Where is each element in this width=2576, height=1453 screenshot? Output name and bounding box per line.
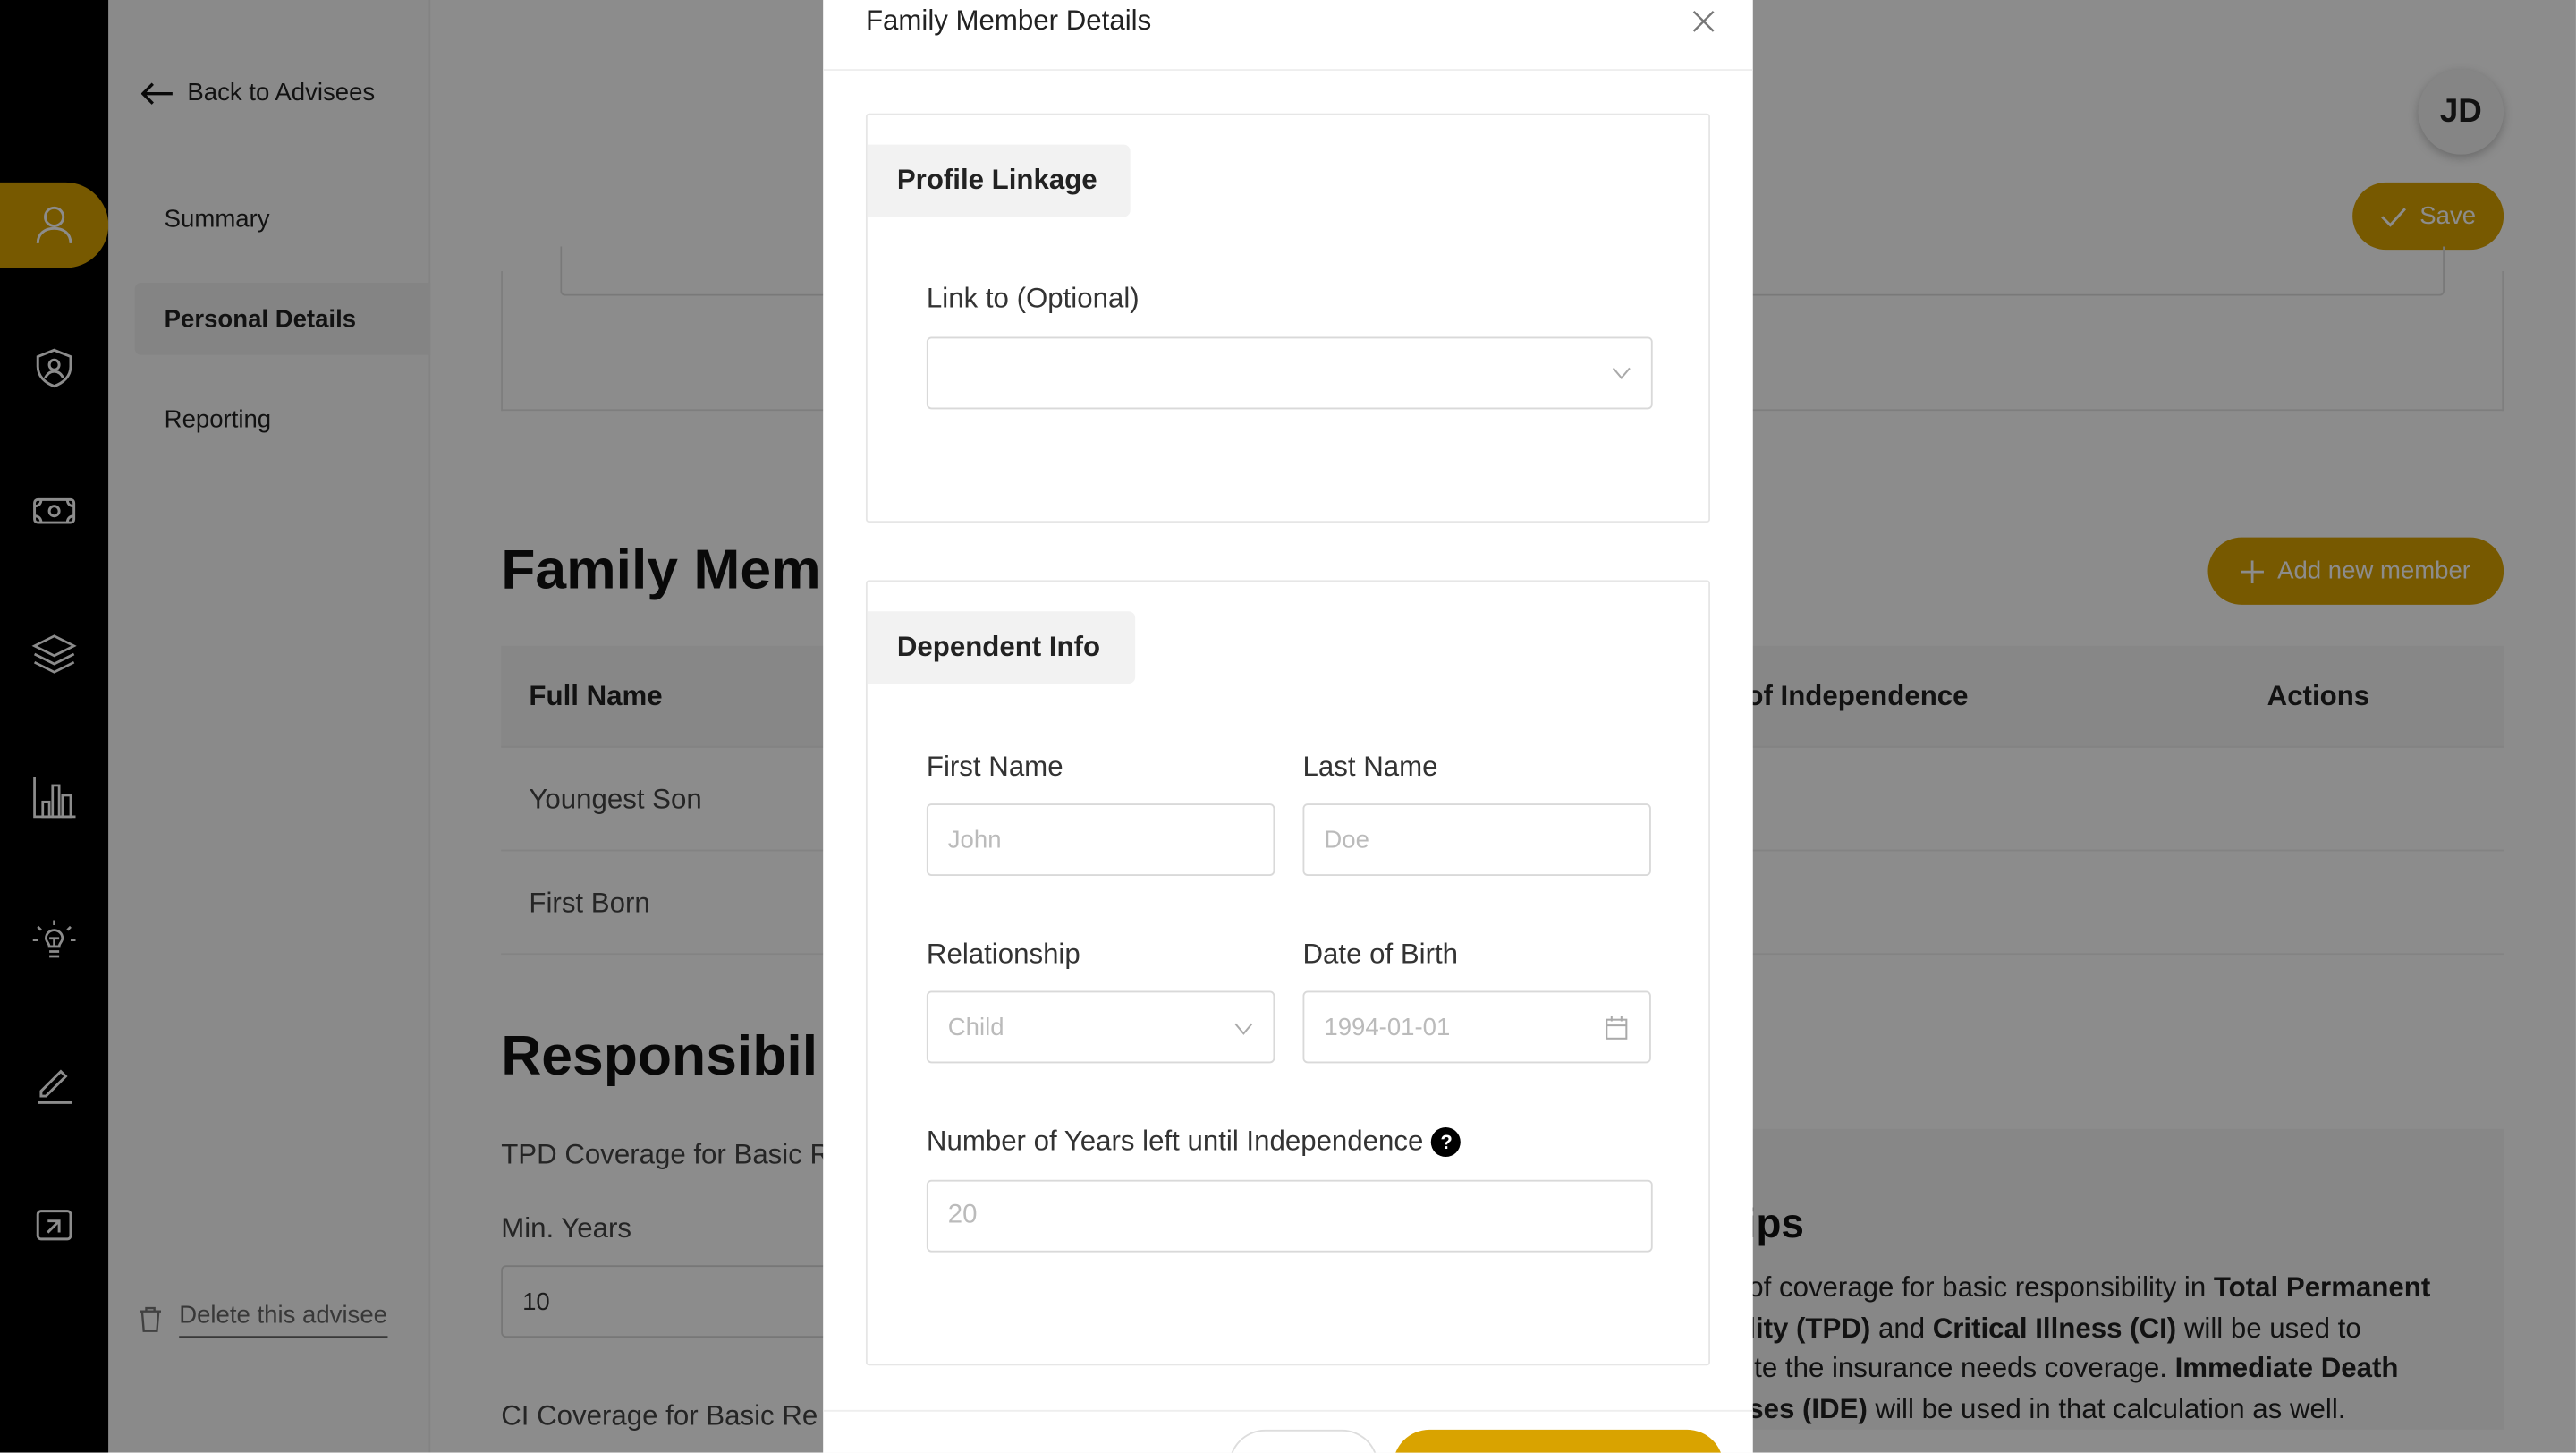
chevron-down-icon	[1234, 1023, 1253, 1035]
last-name-label: Last Name	[1302, 751, 1438, 783]
last-name-placeholder: Doe	[1324, 825, 1369, 854]
dependent-info-heading: Dependent Info	[867, 611, 1136, 684]
relationship-value: Child	[947, 1013, 1004, 1041]
cancel-button[interactable]	[1228, 1429, 1378, 1453]
calendar-icon[interactable]	[1605, 1015, 1628, 1041]
relationship-label: Relationship	[926, 938, 1080, 970]
dob-placeholder: 1994-01-01	[1324, 1013, 1451, 1041]
last-name-input[interactable]: Doe	[1302, 803, 1651, 876]
dob-input[interactable]: 1994-01-01	[1302, 990, 1651, 1064]
family-member-modal: Family Member Details Profile Linkage Li…	[823, 0, 1753, 1453]
modal-title: Family Member Details	[865, 4, 1152, 37]
link-to-select[interactable]	[926, 336, 1653, 410]
dependent-info-card: Dependent Info First Name Last Name John…	[865, 580, 1711, 1366]
close-icon[interactable]	[1692, 10, 1716, 33]
modal-header-divider	[823, 69, 1753, 71]
help-icon[interactable]: ?	[1431, 1126, 1462, 1158]
link-to-label: Link to (Optional)	[926, 282, 1140, 314]
modal-footer-divider	[823, 1409, 1753, 1412]
relationship-select[interactable]: Child	[926, 990, 1275, 1064]
first-name-label: First Name	[926, 751, 1063, 783]
dob-label: Date of Birth	[1302, 938, 1459, 970]
first-name-placeholder: John	[947, 825, 1002, 854]
years-until-independence-input[interactable]: 20	[926, 1179, 1653, 1253]
first-name-input[interactable]: John	[926, 803, 1275, 876]
profile-linkage-heading: Profile Linkage	[867, 144, 1131, 217]
years-until-independence-label: Number of Years left until Independence …	[927, 1126, 1462, 1159]
profile-linkage-card: Profile Linkage Link to (Optional)	[865, 113, 1711, 523]
chevron-down-icon	[1612, 367, 1631, 380]
years-label-text: Number of Years left until Independence	[926, 1126, 1424, 1158]
submit-button[interactable]	[1393, 1429, 1724, 1453]
years-placeholder: 20	[947, 1201, 978, 1229]
